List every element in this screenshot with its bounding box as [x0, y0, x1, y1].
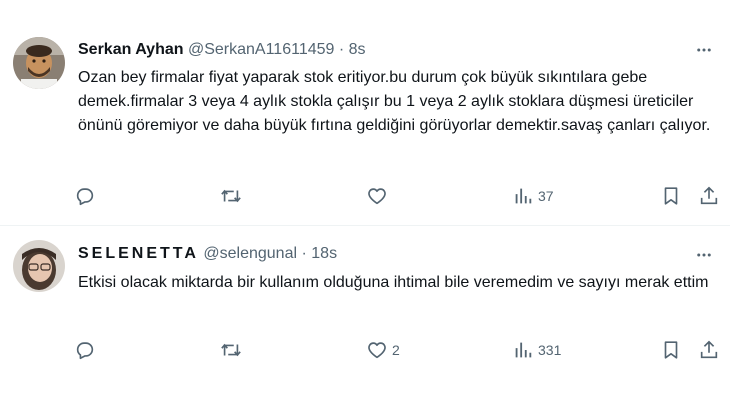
tweet[interactable]: SELENETTA @selengunal · 18s Etkisi olaca…: [0, 226, 730, 420]
tweet-text: Ozan bey firmalar fiyat yaparak stok eri…: [78, 69, 711, 134]
bookmark-button[interactable]: [660, 338, 682, 362]
share-icon: [700, 186, 718, 205]
reply-button[interactable]: [74, 184, 96, 208]
tweet-text: Etkisi olacak miktarda bir kullanım oldu…: [78, 274, 709, 291]
tweet-header: Serkan Ayhan @SerkanA11611459 · 8s: [78, 40, 366, 60]
bookmark-icon: [664, 187, 678, 205]
separator: ·: [301, 245, 307, 262]
like-button[interactable]: 2: [366, 338, 400, 362]
more-icon[interactable]: [694, 40, 714, 60]
views-icon: [515, 188, 532, 204]
views-button[interactable]: 331: [512, 338, 561, 362]
view-count: 331: [538, 342, 562, 358]
tweet-header: SELENETTA @selengunal · 18s: [78, 244, 337, 264]
like-count: 2: [392, 342, 400, 358]
heart-icon: [368, 188, 386, 205]
retweet-icon: [221, 343, 241, 357]
like-button[interactable]: [366, 184, 392, 208]
action-bar: 2 331: [74, 338, 724, 362]
views-button[interactable]: 37: [512, 184, 554, 208]
share-button[interactable]: [698, 338, 720, 362]
view-count: 37: [538, 188, 554, 204]
retweet-button[interactable]: [220, 184, 242, 208]
heart-icon: [368, 342, 386, 359]
author-name[interactable]: SELENETTA: [78, 245, 199, 262]
bookmark-icon: [664, 341, 678, 359]
tweet[interactable]: Serkan Ayhan @SerkanA11611459 · 8s Ozan …: [0, 0, 730, 226]
views-icon: [515, 342, 532, 358]
avatar[interactable]: [13, 240, 65, 292]
bookmark-button[interactable]: [660, 184, 682, 208]
reply-icon: [76, 342, 94, 360]
reply-button[interactable]: [74, 338, 96, 362]
author-handle[interactable]: @SerkanA11611459: [188, 41, 334, 58]
action-bar: 37: [74, 184, 724, 208]
share-button[interactable]: [698, 184, 720, 208]
timestamp[interactable]: 8s: [349, 41, 366, 58]
avatar[interactable]: [13, 37, 65, 89]
timestamp[interactable]: 18s: [311, 245, 337, 262]
more-icon[interactable]: [694, 245, 714, 265]
share-icon: [700, 340, 718, 359]
retweet-icon: [221, 189, 241, 203]
author-name[interactable]: Serkan Ayhan: [78, 41, 184, 58]
author-handle[interactable]: @selengunal: [203, 245, 297, 262]
separator: ·: [338, 41, 345, 58]
retweet-button[interactable]: [220, 338, 242, 362]
reply-icon: [76, 188, 94, 206]
